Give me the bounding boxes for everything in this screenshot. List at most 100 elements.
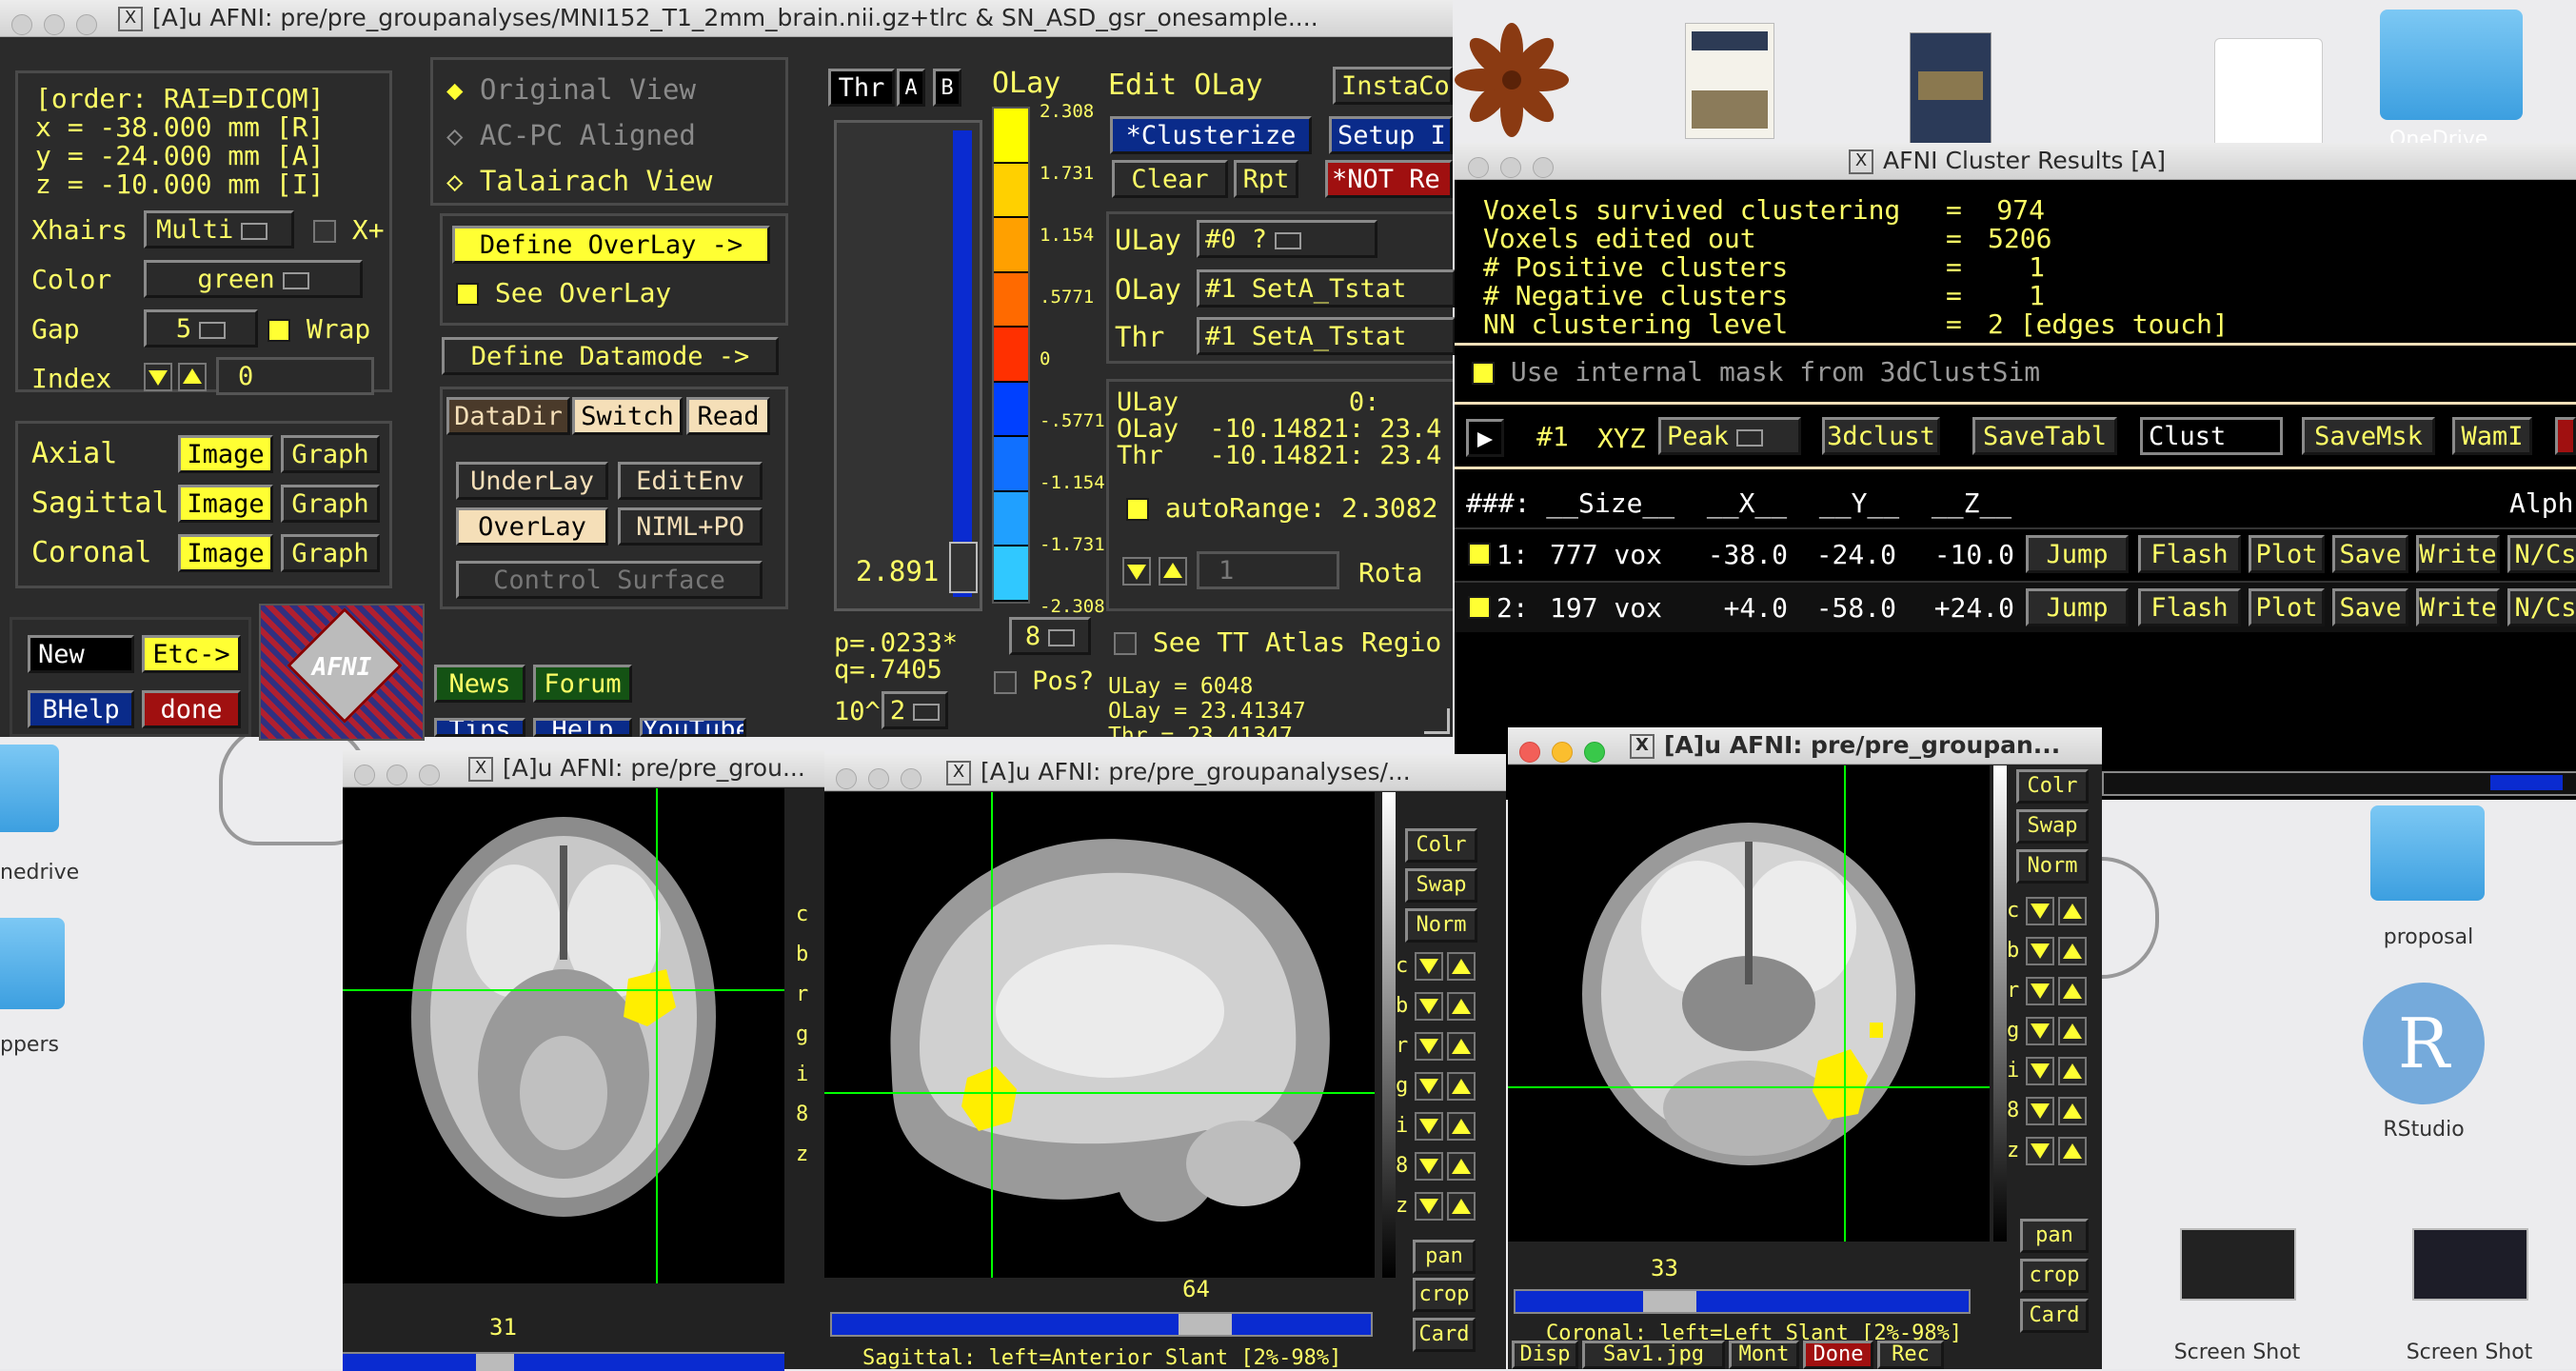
new-button[interactable]: New — [28, 635, 134, 673]
up-arrow-icon[interactable] — [2058, 1137, 2087, 1165]
coronal-graph-button[interactable]: Graph — [281, 534, 380, 572]
close-icon[interactable] — [836, 768, 857, 789]
autorange-toggle[interactable]: autoRange: 2.3082 — [1126, 492, 1437, 524]
main-window-titlebar[interactable]: X [A]u AFNI: pre/pre_groupanalyses/MNI152… — [0, 0, 1453, 37]
thr-menu[interactable]: #1 SetA_Tstat — [1197, 317, 1456, 355]
up-arrow-icon[interactable] — [2058, 937, 2087, 965]
minimize-icon[interactable] — [1552, 742, 1573, 763]
news-button[interactable]: News — [434, 665, 525, 703]
table-row[interactable]: 1: 777 vox -38.0 -24.0 -10.0 Jump Flash Plot Sav… — [1455, 527, 2576, 579]
cluster-num[interactable]: #1 — [1536, 421, 1569, 452]
coronal-card-button[interactable]: Card — [2020, 1299, 2089, 1333]
color-scale[interactable] — [992, 107, 1030, 604]
coronal-sav1-jpg-button[interactable]: Sav1.jpg — [1582, 1341, 1725, 1369]
cluster-save-button[interactable]: Save — [2332, 588, 2408, 626]
index-input[interactable]: 0 — [216, 357, 374, 395]
swap-button[interactable]: Swap — [2016, 809, 2089, 844]
help-button[interactable]: Help — [533, 718, 632, 737]
rota-down-arrow-icon[interactable] — [1122, 557, 1151, 586]
coronal-window-titlebar[interactable]: X [A]u AFNI: pre/pre_groupan... — [1508, 727, 2102, 765]
book-icon-2[interactable] — [1910, 32, 1991, 147]
down-arrow-icon[interactable] — [2026, 977, 2054, 1005]
coord-y[interactable]: y = -24.000 mm [A] — [35, 140, 324, 171]
zoom-icon[interactable] — [419, 765, 440, 785]
threshold-slider[interactable]: 2.891 — [834, 120, 982, 611]
tips-button[interactable]: Tips — [434, 718, 525, 737]
up-arrow-icon[interactable] — [2058, 977, 2087, 1005]
underlay-button[interactable]: UnderLay — [456, 462, 608, 500]
table-row[interactable]: 2: 197 vox +4.0 -58.0 +24.0 Jump Flash Plot Save… — [1455, 581, 2576, 632]
wrap-toggle[interactable]: Wrap — [268, 313, 370, 345]
down-arrow-icon[interactable] — [1415, 992, 1443, 1021]
num-colors-menu[interactable]: 8 — [1009, 617, 1091, 655]
up-arrow-icon[interactable] — [2058, 1017, 2087, 1045]
index-down-arrow-icon[interactable] — [144, 363, 172, 391]
checkbox-icon[interactable] — [1468, 596, 1491, 619]
coronal-rec-button[interactable]: Rec — [1877, 1341, 1944, 1369]
zoom-icon[interactable] — [76, 14, 97, 35]
coronal-disp-button[interactable]: Disp — [1512, 1341, 1578, 1369]
done-button[interactable]: done — [142, 690, 241, 728]
bhelp-button[interactable]: BHelp — [28, 690, 134, 728]
a-button[interactable]: A — [897, 69, 925, 107]
up-arrow-icon[interactable] — [1447, 1112, 1476, 1141]
minimize-icon[interactable] — [868, 768, 889, 789]
color-scale-segment[interactable] — [994, 272, 1028, 328]
up-arrow-icon[interactable] — [2058, 897, 2087, 925]
resize-grip-icon[interactable] — [1424, 708, 1450, 734]
color-scale-segment[interactable] — [994, 437, 1028, 492]
wami-button[interactable]: WamI — [2452, 417, 2532, 455]
overlay-button[interactable]: OverLay — [456, 507, 608, 546]
close-icon[interactable] — [11, 14, 32, 35]
down-arrow-icon[interactable] — [2026, 1137, 2054, 1165]
color-scale-segment[interactable] — [994, 109, 1028, 164]
b-button[interactable]: B — [933, 69, 961, 107]
up-arrow-icon[interactable] — [1447, 952, 1476, 981]
play-button[interactable]: ▶ — [1466, 419, 1504, 457]
ulay-menu[interactable]: #0 ? — [1197, 220, 1377, 258]
screenshot-thumbnail-2[interactable] — [2412, 1228, 2528, 1301]
talairach-view-radio[interactable]: ◇ Talairach View — [446, 165, 712, 197]
switch-button[interactable]: Switch — [572, 397, 683, 435]
down-arrow-icon[interactable] — [2026, 937, 2054, 965]
close-icon[interactable] — [1519, 742, 1540, 763]
rstudio-icon[interactable]: R — [2363, 983, 2485, 1104]
up-arrow-icon[interactable] — [1447, 1152, 1476, 1181]
define-overlay-button[interactable]: Define OverLay -> — [452, 226, 770, 264]
cluster-scrollbar[interactable] — [2102, 771, 2576, 796]
index-up-arrow-icon[interactable] — [178, 363, 207, 391]
use-mask-toggle[interactable]: Use internal mask from 3dClustSim — [1472, 356, 2040, 387]
sagittal-window-titlebar[interactable]: X [A]u AFNI: pre/pre_groupanalyses/... — [824, 754, 1506, 791]
youtube-button[interactable]: YouTube — [640, 718, 746, 737]
up-arrow-icon[interactable] — [2058, 1097, 2087, 1125]
peak-menu[interactable]: Peak — [1658, 417, 1801, 455]
coronal-slice-slider[interactable] — [1514, 1289, 1971, 1314]
swap-button[interactable]: Swap — [1405, 868, 1477, 903]
down-arrow-icon[interactable] — [1415, 1072, 1443, 1101]
close-icon[interactable] — [354, 765, 375, 785]
down-arrow-icon[interactable] — [1415, 1032, 1443, 1061]
cluster-save-button[interactable]: Save — [2332, 535, 2408, 573]
forum-button[interactable]: Forum — [533, 665, 632, 703]
xhairs-menu[interactable]: Multi — [144, 210, 294, 248]
document-icon[interactable] — [2214, 38, 2323, 152]
not-re-button[interactable]: *NOT Re — [1325, 160, 1453, 198]
zoom-icon[interactable] — [1533, 157, 1554, 178]
nimlpo-button[interactable]: NIML+PO — [618, 507, 763, 546]
axial-slice-slider[interactable] — [343, 1352, 784, 1371]
savemsk-button[interactable]: SaveMsk — [2302, 417, 2435, 455]
sagittal-brain-image[interactable] — [824, 792, 1375, 1278]
down-arrow-icon[interactable] — [2026, 897, 2054, 925]
cluster-jump-button[interactable]: Jump — [2026, 588, 2129, 626]
power-menu[interactable]: 2 — [882, 691, 948, 729]
savetabl-button[interactable]: SaveTabl — [1972, 417, 2117, 455]
color-scale-segment[interactable] — [994, 328, 1028, 383]
original-view-radio[interactable]: ◆ Original View — [446, 73, 696, 106]
down-arrow-icon[interactable] — [1415, 1112, 1443, 1141]
rota-up-arrow-icon[interactable] — [1159, 557, 1187, 586]
coronal-crop-button[interactable]: crop — [2020, 1259, 2089, 1293]
axial-brain-image[interactable] — [343, 788, 784, 1283]
book-icon-1[interactable] — [1685, 23, 1774, 139]
cluster-window-titlebar[interactable]: X AFNI Cluster Results [A] — [1455, 143, 2576, 180]
etc-button[interactable]: Etc-> — [142, 635, 241, 673]
